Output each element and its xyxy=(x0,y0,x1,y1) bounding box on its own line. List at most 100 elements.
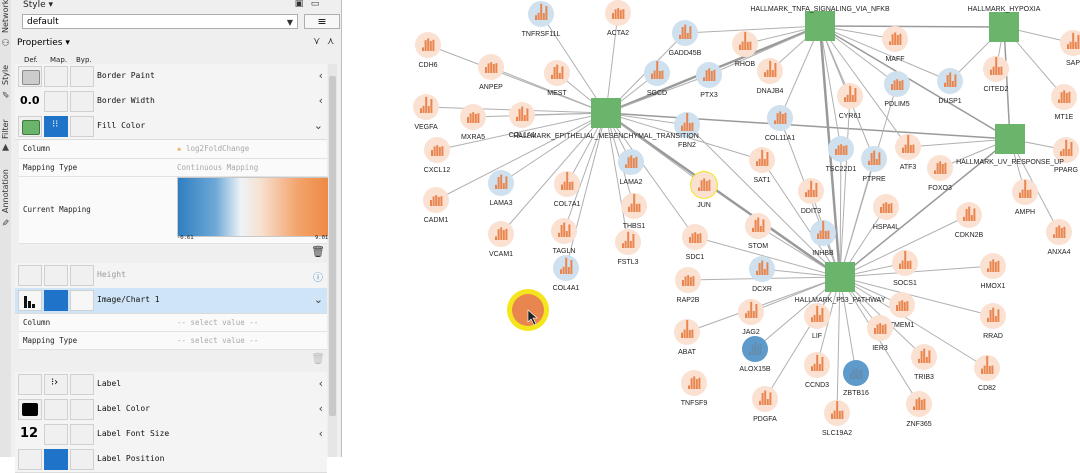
trash-icon[interactable]: 🗑 xyxy=(311,245,325,258)
gene-node[interactable]: JAG2 xyxy=(738,299,764,336)
default-swatch[interactable] xyxy=(18,66,42,87)
gene-node[interactable]: VCAM1 xyxy=(488,221,514,258)
gene-node[interactable]: JUN xyxy=(690,171,718,209)
gene-node[interactable]: CD82 xyxy=(974,355,1000,392)
gene-node[interactable]: SAP xyxy=(1060,30,1080,67)
chart-mapping-column-row[interactable]: Column -- select value -- xyxy=(19,314,327,332)
gene-node[interactable]: ZNF365 xyxy=(906,391,932,428)
gene-node[interactable]: RHOB xyxy=(732,31,758,68)
gene-node[interactable]: SGCD xyxy=(644,60,670,97)
bypass-cell[interactable] xyxy=(70,290,94,311)
gene-node[interactable]: FBN2 xyxy=(674,112,700,149)
gene-node[interactable]: PDGFA xyxy=(752,386,778,423)
style-select[interactable]: default ▼ xyxy=(22,14,298,29)
gene-node[interactable]: HMOX1 xyxy=(980,253,1006,290)
gene-node[interactable]: SAT1 xyxy=(749,147,775,184)
gene-node[interactable]: TAGLN xyxy=(551,218,577,255)
row-label-position[interactable]: Label Position xyxy=(15,447,327,473)
gene-node[interactable]: PTX3 xyxy=(696,62,722,99)
gene-node[interactable]: COL4A1 xyxy=(553,255,580,292)
properties-dropdown[interactable]: Properties ▾ xyxy=(17,38,70,48)
float-panel-icon[interactable]: ▣ xyxy=(293,0,305,11)
default-cell[interactable] xyxy=(18,449,42,470)
default-value[interactable]: 12 xyxy=(18,424,42,445)
bypass-cell[interactable] xyxy=(70,265,94,286)
continuous-mapping-icon[interactable]: ⁝⁝ xyxy=(44,116,68,137)
collapse-all-icon[interactable]: ⋎ xyxy=(313,36,320,47)
hallmark-hub-node[interactable]: HALLMARK_EPITHELIAL_MESENCHYMAL_TRANSITI… xyxy=(513,98,699,140)
tab-annotation[interactable]: ✐ Annotation xyxy=(0,166,11,226)
gene-node[interactable]: STOM xyxy=(745,213,771,250)
hallmark-hub-node[interactable]: HALLMARK_HYPOXIA xyxy=(968,6,1041,42)
row-label[interactable]: ⁝› Label ‹ xyxy=(15,372,327,398)
gene-node[interactable]: COL7A1 xyxy=(554,171,581,208)
gene-node[interactable]: PDLIM5 xyxy=(884,71,910,108)
hallmark-hub-node[interactable]: HALLMARK_UV_RESPONSE_UP xyxy=(956,124,1064,166)
scrollbar-thumb[interactable] xyxy=(329,76,336,416)
default-swatch[interactable] xyxy=(18,399,42,420)
gene-node[interactable]: DDIT3 xyxy=(798,178,824,215)
chevron-left-icon[interactable]: ‹ xyxy=(319,94,323,107)
row-height[interactable]: Height ⓘ xyxy=(15,263,327,289)
row-label-color[interactable]: Label Color ‹ xyxy=(15,397,327,423)
bypass-cell[interactable] xyxy=(70,91,94,112)
gene-node[interactable]: LAMA3 xyxy=(488,170,514,207)
chart-mapping-type-row[interactable]: Mapping Type -- select value -- xyxy=(19,332,327,350)
gene-node[interactable]: ANXA4 xyxy=(1046,219,1072,256)
chevron-down-icon[interactable]: ⌄ xyxy=(314,119,323,132)
tab-network[interactable]: ⚇ Network xyxy=(0,0,11,46)
gene-node[interactable]: MXRA5 xyxy=(460,104,486,141)
gene-node[interactable]: SLC19A2 xyxy=(822,400,852,437)
row-fill-color[interactable]: ⁝⁝ Fill Color ⌄ xyxy=(15,114,327,140)
gradient-editor[interactable] xyxy=(177,177,329,237)
gene-node[interactable]: ABAT xyxy=(674,319,700,356)
row-border-width[interactable]: 0.0 Border Width ‹ xyxy=(15,89,327,115)
gene-node[interactable]: ANPEP xyxy=(478,54,504,91)
gene-node[interactable]: SOCS1 xyxy=(892,250,918,287)
tab-style[interactable]: ✎ Style xyxy=(0,58,11,98)
fill-mapping-column-row[interactable]: Column ⚹ log2FoldChange xyxy=(19,140,327,159)
gene-node[interactable]: DUSP1 xyxy=(937,68,963,105)
panel-title[interactable]: Style ▾ xyxy=(23,0,53,10)
hallmark-hub-node[interactable]: HALLMARK_TNFA_SIGNALING_VIA_NFKB xyxy=(750,6,890,41)
default-swatch[interactable] xyxy=(18,116,42,137)
chevron-left-icon[interactable]: ‹ xyxy=(319,402,323,415)
gene-node[interactable]: LAMA2 xyxy=(618,149,644,186)
info-icon[interactable]: ⓘ xyxy=(313,269,323,284)
gene-node[interactable]: TNFRSF11L xyxy=(522,1,561,38)
gene-node[interactable]: MT1E xyxy=(1051,84,1077,121)
row-label-font-size[interactable]: 12 Label Font Size ‹ xyxy=(15,422,327,448)
gene-node[interactable]: HSPA4L xyxy=(873,194,899,231)
default-cell[interactable] xyxy=(18,265,42,286)
gene-node[interactable]: VEGFA xyxy=(413,94,439,131)
bypass-cell[interactable] xyxy=(70,424,94,445)
gene-node[interactable]: FSTL3 xyxy=(615,229,641,266)
gene-node[interactable]: CDKN2B xyxy=(955,202,984,239)
gene-node[interactable]: AMPH xyxy=(1012,179,1038,216)
gene-node[interactable]: CITED2 xyxy=(983,56,1009,93)
gene-node[interactable]: COL11A1 xyxy=(765,105,795,142)
mapping-cell[interactable] xyxy=(44,424,68,445)
tab-filter[interactable]: ▼ Filter xyxy=(0,110,11,152)
gene-node[interactable]: SDC1 xyxy=(682,224,708,261)
panel-scrollbar[interactable] xyxy=(328,64,337,457)
chevron-left-icon[interactable]: ‹ xyxy=(319,377,323,390)
bypass-cell[interactable] xyxy=(70,449,94,470)
gene-node[interactable]: TRIB3 xyxy=(911,344,937,381)
gene-node[interactable]: DNAJB4 xyxy=(757,58,784,95)
passthrough-mapping-icon[interactable]: ⁝› xyxy=(44,374,68,395)
gene-node[interactable]: CCND3 xyxy=(804,352,830,389)
mapping-cell[interactable] xyxy=(44,66,68,87)
gene-node[interactable]: TMEM1 xyxy=(889,292,915,329)
gene-node[interactable]: DCXR xyxy=(749,256,775,293)
gene-node[interactable]: CDH6 xyxy=(415,32,441,69)
network-canvas[interactable]: CDH6 TNFRSF11L ACTA2 GADD45B RHOB MAFF SAP ANPE… xyxy=(344,0,1080,457)
gene-node[interactable]: FOXO3 xyxy=(927,155,953,192)
mapping-cell[interactable] xyxy=(44,399,68,420)
expand-all-icon[interactable]: ⋏ xyxy=(327,36,334,47)
gene-node[interactable]: TNFSF9 xyxy=(681,370,708,407)
gene-node[interactable]: MAFF xyxy=(882,26,908,63)
bypass-cell[interactable] xyxy=(70,399,94,420)
gene-node[interactable]: CYR61 xyxy=(837,83,863,120)
minimize-panel-icon[interactable]: ▭ xyxy=(309,0,321,11)
